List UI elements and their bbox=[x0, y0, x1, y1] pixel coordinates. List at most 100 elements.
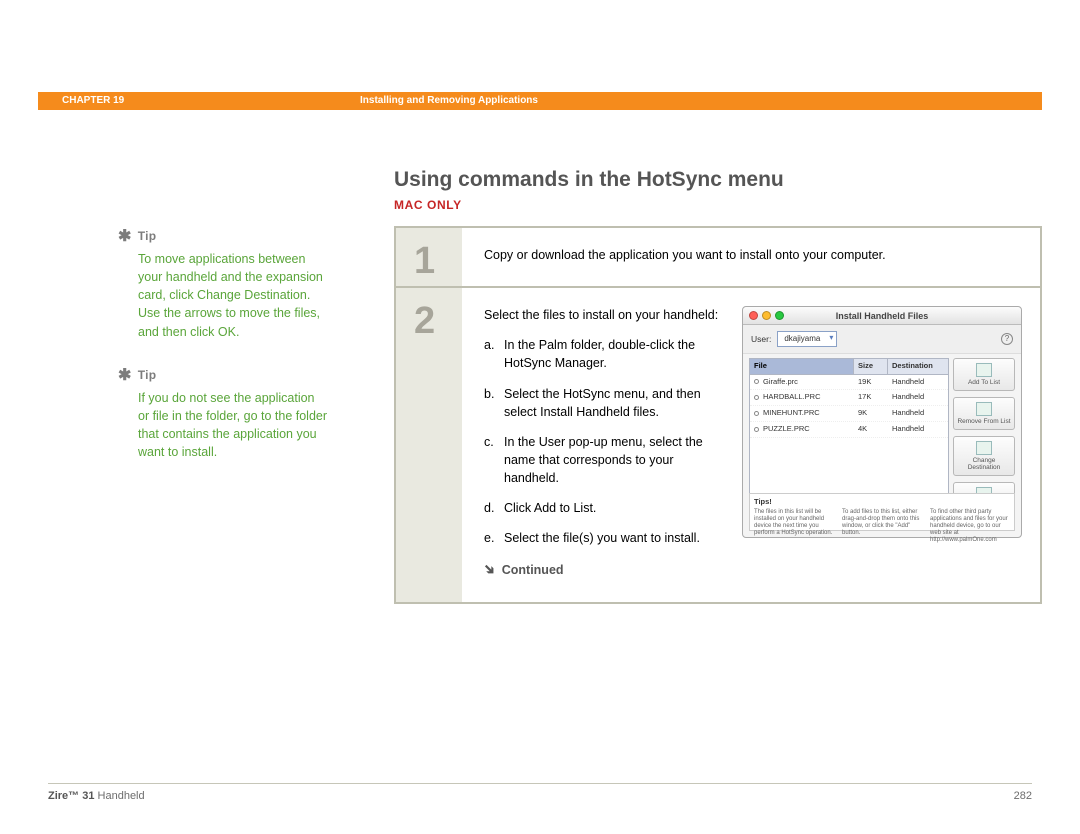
tips-col: The files in this list will be installed… bbox=[754, 509, 834, 543]
tips-columns: The files in this list will be installed… bbox=[754, 509, 1010, 543]
remove-from-list-button[interactable]: Remove From List bbox=[953, 397, 1015, 430]
step-row-2: 2 Select the files to install on your ha… bbox=[396, 286, 1040, 602]
file-row[interactable]: PUZZLE.PRC 4KHandheld bbox=[750, 422, 948, 438]
file-list-header: File Size Destination bbox=[750, 359, 948, 375]
arrow-icon: ➔ bbox=[479, 558, 502, 581]
step-content: Copy or download the application you wan… bbox=[462, 228, 1040, 286]
install-handheld-files-window: Install Handheld Files User: dkajiyama ?… bbox=[742, 306, 1022, 538]
substep-marker: d. bbox=[484, 499, 504, 517]
page: CHAPTER 19 Installing and Removing Appli… bbox=[0, 0, 1080, 834]
window-body: File Size Destination Giraffe.prc19KHand… bbox=[743, 354, 1021, 514]
step-number: 1 bbox=[396, 228, 462, 286]
tip-text: To move applications between your handhe… bbox=[138, 250, 328, 341]
substep-marker: c. bbox=[484, 433, 504, 487]
substep: d.Click Add to List. bbox=[484, 499, 724, 517]
continued-indicator: ➔Continued bbox=[484, 559, 724, 579]
file-row[interactable]: Giraffe.prc 19KHandheld bbox=[750, 375, 948, 391]
tips-panel: Tips! The files in this list will be ins… bbox=[749, 493, 1015, 531]
file-name: HARDBALL.PRC bbox=[763, 392, 821, 401]
remove-icon bbox=[976, 402, 992, 416]
button-label: Remove From List bbox=[957, 418, 1010, 425]
substep-marker: b. bbox=[484, 385, 504, 421]
file-name: MINEHUNT.PRC bbox=[763, 408, 820, 417]
tip-heading: ✱ Tip bbox=[118, 226, 328, 246]
tip-text: If you do not see the application or fil… bbox=[138, 389, 328, 462]
substep: e.Select the file(s) you want to install… bbox=[484, 529, 724, 547]
tips-sidebar: ✱ Tip To move applications between your h… bbox=[118, 226, 328, 485]
col-destination[interactable]: Destination bbox=[888, 359, 948, 374]
file-dest: Handheld bbox=[888, 406, 948, 421]
step-row-1: 1 Copy or download the application you w… bbox=[396, 228, 1040, 286]
file-size: 4K bbox=[854, 422, 888, 437]
file-name: PUZZLE.PRC bbox=[763, 424, 810, 433]
product-rest: Handheld bbox=[94, 790, 144, 802]
file-size: 19K bbox=[854, 375, 888, 390]
product-name: Zire™ 31 Handheld bbox=[48, 790, 145, 802]
destination-icon bbox=[976, 441, 992, 455]
tip-block: ✱ Tip To move applications between your h… bbox=[118, 226, 328, 341]
close-icon[interactable] bbox=[749, 311, 758, 320]
substep-marker: e. bbox=[484, 529, 504, 547]
change-destination-button[interactable]: Change Destination bbox=[953, 436, 1015, 476]
tips-label: Tips! bbox=[754, 497, 1010, 508]
bullet-icon bbox=[754, 379, 759, 384]
window-title: Install Handheld Files bbox=[743, 307, 1021, 325]
bullet-icon bbox=[754, 427, 759, 432]
window-titlebar: Install Handheld Files bbox=[743, 307, 1021, 325]
add-to-list-button[interactable]: Add To List bbox=[953, 358, 1015, 391]
user-label: User: bbox=[751, 333, 771, 345]
traffic-lights bbox=[749, 311, 784, 320]
button-label: Add To List bbox=[968, 379, 1000, 386]
tip-label: Tip bbox=[138, 229, 157, 243]
file-size: 17K bbox=[854, 390, 888, 405]
tip-label: Tip bbox=[138, 368, 157, 382]
side-buttons: Add To List Remove From List Change Dest… bbox=[953, 354, 1021, 514]
file-row[interactable]: MINEHUNT.PRC 9KHandheld bbox=[750, 406, 948, 422]
zoom-icon[interactable] bbox=[775, 311, 784, 320]
bullet-icon bbox=[754, 411, 759, 416]
substep-text: Select the HotSync menu, and then select… bbox=[504, 385, 724, 421]
file-dest: Handheld bbox=[888, 422, 948, 437]
continued-label: Continued bbox=[502, 563, 564, 577]
steps-panel: 1 Copy or download the application you w… bbox=[394, 226, 1042, 604]
step-intro: Select the files to install on your hand… bbox=[484, 306, 724, 324]
tip-block: ✱ Tip If you do not see the application o… bbox=[118, 365, 328, 462]
help-icon[interactable]: ? bbox=[1001, 333, 1013, 345]
step-content: Select the files to install on your hand… bbox=[462, 288, 1040, 602]
substep-text: Click Add to List. bbox=[504, 499, 724, 517]
platform-label: MAC ONLY bbox=[394, 198, 1042, 212]
user-select[interactable]: dkajiyama bbox=[777, 331, 837, 347]
button-label: Change Destination bbox=[968, 457, 1001, 471]
step-text: Select the files to install on your hand… bbox=[484, 306, 724, 580]
substep-text: In the User pop-up menu, select the name… bbox=[504, 433, 724, 487]
bullet-icon bbox=[754, 395, 759, 400]
file-list[interactable]: File Size Destination Giraffe.prc19KHand… bbox=[749, 358, 949, 514]
page-footer: Zire™ 31 Handheld 282 bbox=[48, 783, 1032, 802]
file-name: Giraffe.prc bbox=[763, 377, 798, 386]
asterisk-icon: ✱ bbox=[118, 367, 132, 384]
file-dest: Handheld bbox=[888, 375, 948, 390]
file-row[interactable]: HARDBALL.PRC 17KHandheld bbox=[750, 390, 948, 406]
page-number: 282 bbox=[1014, 790, 1032, 802]
file-size: 9K bbox=[854, 406, 888, 421]
substep: a.In the Palm folder, double-click the H… bbox=[484, 336, 724, 372]
chapter-label: CHAPTER 19 bbox=[62, 92, 124, 110]
substep-marker: a. bbox=[484, 336, 504, 372]
substep-text: Select the file(s) you want to install. bbox=[504, 529, 724, 547]
product-bold: Zire™ 31 bbox=[48, 790, 94, 802]
col-size[interactable]: Size bbox=[854, 359, 888, 374]
tips-col: To add files to this list, either drag-a… bbox=[842, 509, 922, 543]
step-text: Copy or download the application you wan… bbox=[484, 246, 1022, 264]
substep-text: In the Palm folder, double-click the Hot… bbox=[504, 336, 724, 372]
tips-col: To find other third party applications a… bbox=[930, 509, 1010, 543]
asterisk-icon: ✱ bbox=[118, 228, 132, 245]
section-title: Installing and Removing Applications bbox=[360, 92, 538, 110]
col-file[interactable]: File bbox=[750, 359, 854, 374]
minimize-icon[interactable] bbox=[762, 311, 771, 320]
step-number: 2 bbox=[396, 288, 462, 602]
substep-list: a.In the Palm folder, double-click the H… bbox=[484, 336, 724, 547]
add-icon bbox=[976, 363, 992, 377]
file-dest: Handheld bbox=[888, 390, 948, 405]
substep: c.In the User pop-up menu, select the na… bbox=[484, 433, 724, 487]
header-bar: CHAPTER 19 Installing and Removing Appli… bbox=[38, 92, 1042, 110]
